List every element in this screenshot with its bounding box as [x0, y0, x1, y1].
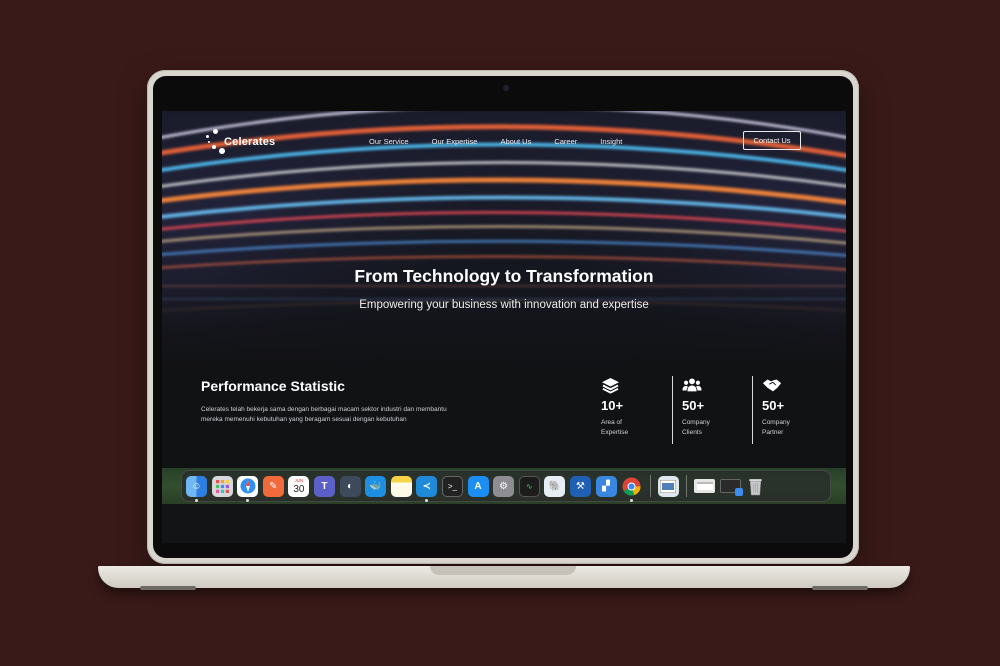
screen: Celerates Our Service Our Expertise Abou…	[162, 111, 846, 543]
chrome-icon[interactable]	[621, 476, 642, 502]
app-icon[interactable]: ▞	[595, 475, 617, 497]
handshake-icon	[762, 376, 832, 394]
calendar-day: 30	[293, 483, 305, 495]
stats-row: 10+ Area of Expertise 50+ Company Client…	[592, 376, 832, 444]
pencil-app-icon[interactable]: ✎	[262, 475, 284, 497]
window-thumbnail-icon[interactable]	[719, 479, 743, 496]
system-settings-icon[interactable]: ⚙	[493, 475, 515, 497]
teams-icon[interactable]: T	[313, 475, 335, 497]
notes-icon[interactable]	[390, 475, 412, 497]
window-thumbnail-icon[interactable]	[694, 479, 716, 493]
stat-label: Area of Expertise	[601, 419, 629, 436]
dock-separator	[649, 475, 651, 497]
stat-area-of-expertise: 10+ Area of Expertise	[592, 376, 672, 444]
stat-label: Company Clients	[682, 419, 710, 436]
app-store-icon[interactable]: A	[467, 475, 489, 497]
performance-title: Performance Statistic	[201, 378, 345, 394]
logo-dots-icon	[206, 129, 228, 155]
stat-label: Company Partner	[762, 419, 790, 436]
finder-icon[interactable]: ☺	[186, 475, 207, 502]
docker-icon[interactable]: 🐳	[365, 475, 387, 497]
trash-icon[interactable]	[745, 476, 766, 497]
nav-insight[interactable]: Insight	[600, 137, 622, 146]
logo-text: Celerates	[224, 136, 276, 148]
nav-career[interactable]: Career	[554, 137, 577, 146]
safari-icon[interactable]	[237, 475, 259, 502]
stat-company-partner: 50+ Company Partner	[752, 376, 832, 444]
users-icon	[682, 376, 752, 394]
contact-us-button[interactable]: Contact Us	[743, 131, 801, 150]
calendar-icon[interactable]: JUN 30	[288, 475, 310, 497]
stat-value: 50+	[682, 398, 705, 413]
laptop-foot	[140, 586, 196, 590]
laptop-lid: Celerates Our Service Our Expertise Abou…	[147, 70, 859, 564]
laptop-base	[98, 566, 910, 588]
cursor-app-icon[interactable]: ◐	[339, 475, 361, 497]
main-nav: Our Service Our Expertise About Us Caree…	[369, 137, 622, 146]
launchpad-icon[interactable]	[211, 475, 233, 497]
vscode-icon[interactable]: ≺	[416, 475, 438, 502]
nav-about-us[interactable]: About Us	[500, 137, 531, 146]
logo[interactable]: Celerates	[206, 129, 275, 155]
hero-subtitle: Empowering your business with innovation…	[359, 299, 649, 311]
hero-section: Celerates Our Service Our Expertise Abou…	[162, 111, 846, 369]
hero-title: From Technology to Transformation	[354, 266, 654, 286]
macos-dock: ☺ ✎ JUN 30 T ◐ 🐳 ≺ >_ A ⚙ ∿ 🐘 ⚒ ▞	[181, 470, 831, 502]
postgres-icon[interactable]: 🐘	[544, 475, 566, 497]
laptop-foot	[812, 586, 868, 590]
screen-bottom	[162, 504, 846, 543]
performance-description: Celerates telah bekerja sama dengan berb…	[201, 406, 447, 423]
layers-icon	[601, 376, 672, 394]
stat-value: 10+	[601, 398, 624, 413]
preview-icon[interactable]	[657, 475, 679, 497]
terminal-icon[interactable]: >_	[441, 475, 463, 497]
nav-our-expertise[interactable]: Our Expertise	[432, 137, 478, 146]
dock-separator	[686, 475, 688, 497]
stat-company-clients: 50+ Company Clients	[672, 376, 752, 444]
camera-icon	[503, 85, 509, 91]
laptop-opening-notch	[430, 566, 576, 575]
stat-value: 50+	[762, 398, 785, 413]
nav-our-service[interactable]: Our Service	[369, 137, 409, 146]
xcode-icon[interactable]: ⚒	[569, 475, 591, 497]
activity-monitor-icon[interactable]: ∿	[518, 475, 540, 497]
